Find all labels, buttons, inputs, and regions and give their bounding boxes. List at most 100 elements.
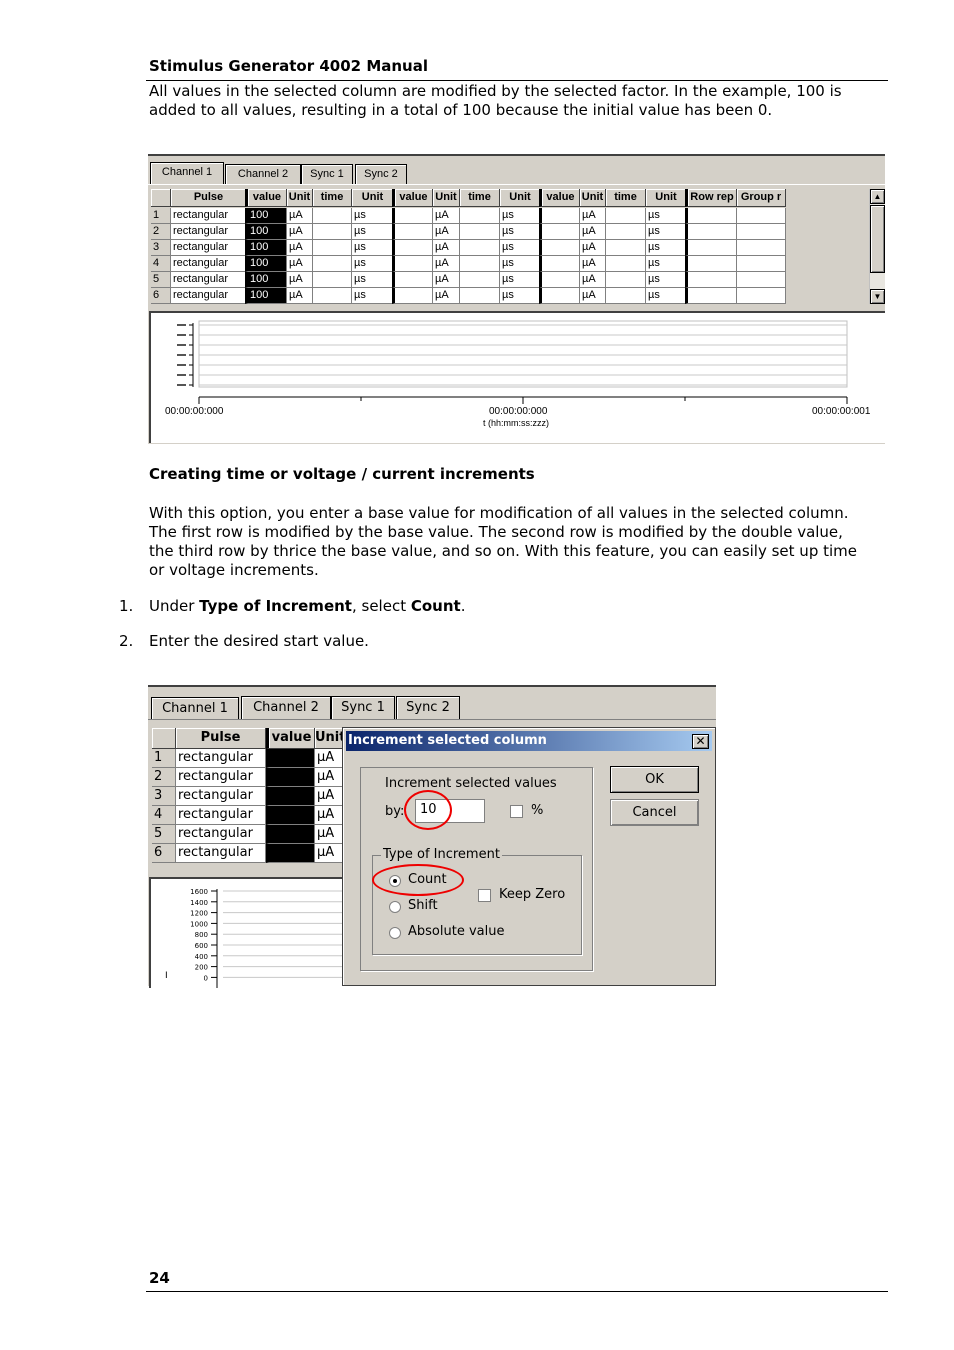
table-cell[interactable]: µs [646, 240, 687, 256]
table-cell[interactable]: 100 [245, 240, 287, 256]
table-cell[interactable]: rectangular [176, 806, 266, 825]
table-cell[interactable]: rectangular [171, 288, 247, 304]
table-cell[interactable] [313, 224, 352, 240]
table-cell[interactable]: µA [433, 224, 460, 240]
column-header[interactable]: Pulse [176, 728, 266, 749]
table-cell[interactable]: µA [287, 288, 313, 304]
tab-channel-2[interactable]: Channel 2 [225, 164, 301, 184]
table-cell[interactable] [539, 272, 580, 288]
column-header[interactable] [151, 189, 171, 207]
table-cell[interactable] [737, 256, 786, 272]
scroll-up-icon[interactable]: ▲ [870, 189, 885, 204]
table-cell[interactable]: µA [315, 768, 343, 787]
column-header[interactable]: value [245, 189, 287, 207]
column-header[interactable]: Pulse [171, 189, 247, 207]
table-cell[interactable]: µA [580, 288, 606, 304]
table-cell[interactable] [392, 240, 433, 256]
column-header[interactable]: time [460, 189, 500, 207]
table-cell[interactable]: µA [433, 256, 460, 272]
table-cell[interactable] [266, 844, 315, 863]
table-cell[interactable] [685, 240, 737, 256]
table-cell[interactable]: 100 [245, 272, 287, 288]
row-number[interactable]: 3 [151, 240, 171, 256]
cancel-button[interactable]: Cancel [610, 799, 699, 826]
tab-channel-1[interactable]: Channel 1 [151, 697, 239, 720]
table-cell[interactable] [313, 272, 352, 288]
table-cell[interactable]: rectangular [176, 749, 266, 768]
table-cell[interactable] [392, 272, 433, 288]
table-cell[interactable] [460, 240, 500, 256]
column-header[interactable] [152, 728, 176, 749]
table-cell[interactable] [266, 787, 315, 806]
table-cell[interactable]: rectangular [176, 768, 266, 787]
table-cell[interactable] [685, 224, 737, 240]
tab-sync-1[interactable]: Sync 1 [331, 696, 395, 719]
table-cell[interactable]: µA [580, 256, 606, 272]
table-cell[interactable]: µA [580, 224, 606, 240]
column-header[interactable]: value [266, 728, 315, 749]
table-cell[interactable]: µA [315, 844, 343, 863]
table-cell[interactable] [606, 208, 646, 224]
row-number[interactable]: 6 [151, 288, 171, 304]
table-cell[interactable]: µs [646, 272, 687, 288]
table-cell[interactable]: rectangular [176, 825, 266, 844]
table-cell[interactable] [266, 768, 315, 787]
table-cell[interactable]: µs [646, 256, 687, 272]
table-cell[interactable]: µs [646, 288, 687, 304]
scroll-down-icon[interactable]: ▼ [870, 289, 885, 304]
table-cell[interactable] [685, 256, 737, 272]
row-number[interactable]: 5 [152, 825, 176, 844]
column-header[interactable]: Unit [580, 189, 606, 207]
table-cell[interactable]: µA [315, 825, 343, 844]
table-cell[interactable]: µs [500, 240, 541, 256]
table-cell[interactable]: rectangular [171, 240, 247, 256]
table-cell[interactable]: µA [287, 256, 313, 272]
column-header[interactable]: Unit [287, 189, 313, 207]
table-cell[interactable] [685, 288, 737, 304]
table-cell[interactable] [313, 240, 352, 256]
column-header[interactable]: value [539, 189, 580, 207]
row-number[interactable]: 5 [151, 272, 171, 288]
table-cell[interactable] [539, 208, 580, 224]
table-cell[interactable]: µA [287, 224, 313, 240]
table-cell[interactable] [685, 272, 737, 288]
close-icon[interactable]: ✕ [692, 734, 709, 749]
table-cell[interactable] [266, 749, 315, 768]
percent-checkbox[interactable] [510, 805, 523, 818]
table-cell[interactable] [737, 272, 786, 288]
row-number[interactable]: 4 [151, 256, 171, 272]
tab-channel-2[interactable]: Channel 2 [241, 696, 331, 719]
table-cell[interactable]: µs [500, 288, 541, 304]
column-header[interactable]: Row rep [685, 189, 737, 207]
table-scrollbar[interactable]: ▲ ▼ [869, 189, 885, 304]
row-number[interactable]: 2 [151, 224, 171, 240]
table-cell[interactable] [460, 272, 500, 288]
tab-sync-2[interactable]: Sync 2 [355, 164, 407, 184]
table-cell[interactable]: µA [433, 272, 460, 288]
table-cell[interactable]: µs [500, 256, 541, 272]
table-cell[interactable] [266, 825, 315, 844]
table-cell[interactable]: µs [352, 288, 394, 304]
table-cell[interactable]: µs [352, 208, 394, 224]
table-cell[interactable]: 100 [245, 224, 287, 240]
table-cell[interactable]: rectangular [171, 208, 247, 224]
table-cell[interactable]: µA [580, 240, 606, 256]
row-number[interactable]: 4 [152, 806, 176, 825]
table-cell[interactable]: µA [287, 208, 313, 224]
radio-absolute-value[interactable] [389, 927, 401, 939]
table-cell[interactable] [539, 256, 580, 272]
table-cell[interactable]: µs [500, 208, 541, 224]
table-cell[interactable]: µs [352, 224, 394, 240]
row-number[interactable]: 2 [152, 768, 176, 787]
table-cell[interactable]: µs [500, 224, 541, 240]
table-cell[interactable]: rectangular [171, 256, 247, 272]
column-header[interactable]: time [606, 189, 646, 207]
column-header[interactable]: Unit [433, 189, 460, 207]
table-cell[interactable] [606, 224, 646, 240]
table-cell[interactable]: µA [433, 288, 460, 304]
table-cell[interactable]: µA [580, 208, 606, 224]
table-cell[interactable] [392, 208, 433, 224]
tab-channel-1[interactable]: Channel 1 [150, 162, 224, 185]
table-cell[interactable]: µs [646, 224, 687, 240]
tab-sync-2[interactable]: Sync 2 [396, 696, 460, 719]
